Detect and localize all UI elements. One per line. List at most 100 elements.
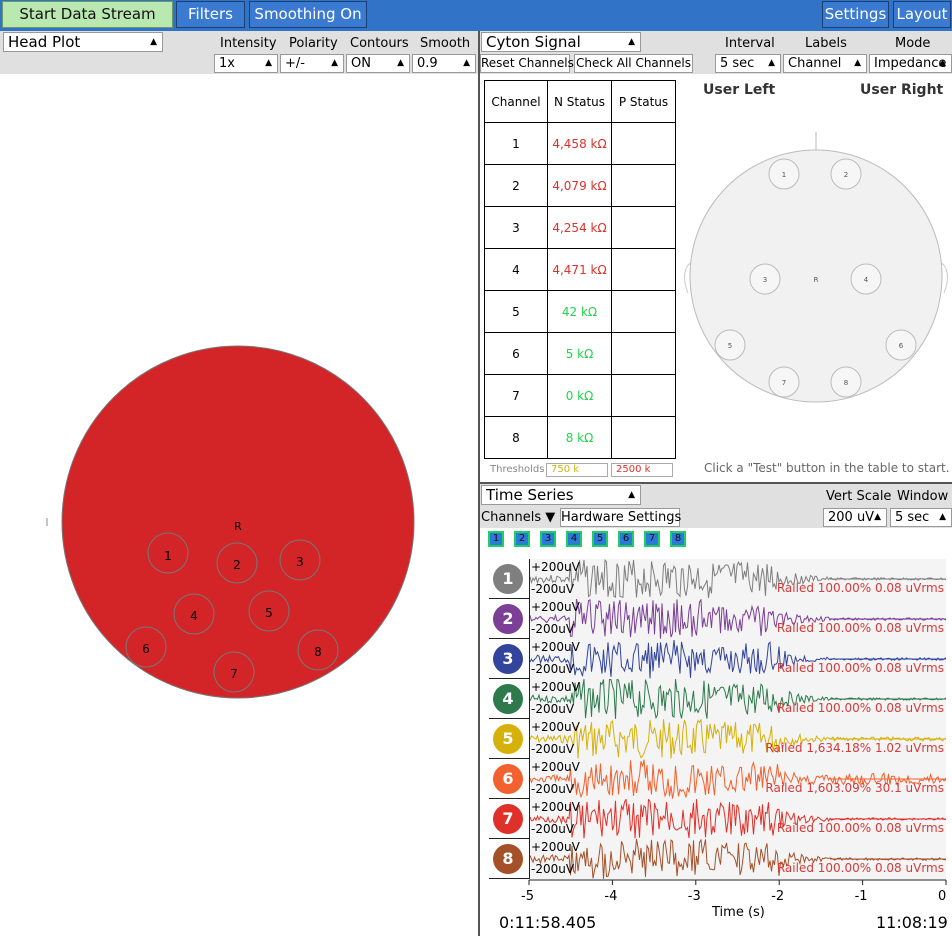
svg-text:8: 8 <box>844 379 848 387</box>
timeseries-widget-select[interactable]: Time Series ▲ <box>481 485 641 505</box>
contours-select[interactable]: ON ▲ <box>346 54 410 73</box>
map-electrode-1[interactable]: 1 <box>768 158 800 190</box>
table-row: 3 4,254 kΩ <box>484 206 676 249</box>
channels-dropdown[interactable]: Channels ▼ <box>481 510 555 525</box>
channel-number-badge[interactable]: 2 <box>493 604 523 634</box>
map-electrode-8[interactable]: 8 <box>830 366 862 398</box>
interval-select[interactable]: 5 sec ▲ <box>715 54 781 73</box>
scale-plus-label: +200uV <box>531 760 580 774</box>
n-status-cell: 4,079 kΩ <box>547 164 612 207</box>
map-electrode-7[interactable]: 7 <box>768 366 800 398</box>
cyton-widget-select[interactable]: Cyton Signal ▲ <box>481 32 641 52</box>
labels-select[interactable]: Channel ▲ <box>783 54 867 73</box>
scale-minus-label: -200uV <box>531 822 575 836</box>
scale-plus-label: +200uV <box>531 720 580 734</box>
caret-up-icon: ▲ <box>874 512 881 522</box>
channel-toggle-1[interactable]: 1 <box>488 531 504 547</box>
scale-minus-label: -200uV <box>531 862 575 876</box>
vert-scale-select[interactable]: 200 uV ▲ <box>823 508 887 527</box>
channel-status: Railed 100.00% 0.08 uVrms <box>776 621 944 635</box>
head-ref-label: R <box>814 276 819 284</box>
svg-text:6: 6 <box>142 642 150 656</box>
smooth-label: Smooth <box>420 36 471 51</box>
caret-up-icon: ▲ <box>628 490 635 500</box>
channel-toggle-6[interactable]: 6 <box>618 531 634 547</box>
check-all-channels-button[interactable]: Check All Channels <box>574 54 693 73</box>
channel-status: Railed 100.00% 0.08 uVrms <box>776 821 944 835</box>
table-row: 88 kΩ <box>484 416 676 459</box>
filters-button[interactable]: Filters <box>176 1 245 28</box>
p-status-cell <box>611 332 676 375</box>
table-row: 5 42 kΩ <box>484 290 676 333</box>
elapsed-time: 0:11:58.405 <box>499 913 597 932</box>
channel-toggle-4[interactable]: 4 <box>566 531 582 547</box>
threshold-low-input[interactable]: 750 k <box>546 463 608 477</box>
impedance-table: Channel N Status P Status 1 4,458 kΩ 2 4,07… <box>484 80 676 459</box>
caret-up-icon: ▲ <box>768 58 775 68</box>
scale-minus-label: -200uV <box>531 782 575 796</box>
svg-text:5: 5 <box>728 342 732 350</box>
intensity-select[interactable]: 1x ▲ <box>214 54 278 73</box>
timeseries-channel-row: 5 +200uV -200uV Railed 1,634.18% 1.02 uVrms <box>489 719 946 759</box>
threshold-high-input[interactable]: 2500 k <box>611 463 673 477</box>
channel-toggle-8[interactable]: 8 <box>670 531 686 547</box>
channel-number-badge[interactable]: 4 <box>493 684 523 714</box>
svg-text:7: 7 <box>230 667 238 681</box>
cyton-title: Cyton Signal <box>486 33 581 51</box>
channel-toggle-3[interactable]: 3 <box>540 531 556 547</box>
channel-number-badge[interactable]: 3 <box>493 644 523 674</box>
map-electrode-2[interactable]: 2 <box>830 158 862 190</box>
table-row: 1 4,458 kΩ <box>484 122 676 165</box>
p-status-cell <box>611 122 676 165</box>
hardware-settings-button[interactable]: Hardware Settings <box>560 508 681 527</box>
channel-cell: 2 <box>484 164 548 207</box>
channel-number-badge[interactable]: 6 <box>493 764 523 794</box>
mode-select[interactable]: Impedance ▲ <box>869 54 952 73</box>
channel-number-badge[interactable]: 1 <box>493 564 523 594</box>
settings-button[interactable]: Settings <box>822 1 889 28</box>
channel-number-badge[interactable]: 8 <box>493 844 523 874</box>
polarity-select[interactable]: +/- ▲ <box>280 54 344 73</box>
table-header-p-status: P Status <box>611 80 676 123</box>
window-label: Window <box>897 489 949 504</box>
head-ear-right <box>941 262 948 294</box>
head-ear-left <box>684 262 691 294</box>
electrode-map: R 1 2 3 4 5 6 7 8 <box>684 132 948 403</box>
caret-up-icon: ▲ <box>939 58 946 68</box>
p-status-cell <box>611 290 676 333</box>
channel-toggle-7[interactable]: 7 <box>644 531 660 547</box>
map-electrode-3[interactable]: 3 <box>749 263 781 295</box>
svg-text:4: 4 <box>190 609 198 623</box>
channel-status: Railed 100.00% 0.08 uVrms <box>776 701 944 715</box>
channel-toggle-5[interactable]: 5 <box>592 531 608 547</box>
reset-channels-button[interactable]: Reset Channels <box>480 54 574 73</box>
map-electrode-6[interactable]: 6 <box>885 329 917 361</box>
x-tick-label: -3 <box>687 889 701 904</box>
svg-text:3: 3 <box>296 555 304 569</box>
caret-down-icon: ▼ <box>545 510 556 525</box>
smooth-select[interactable]: 0.9 ▲ <box>412 54 476 73</box>
caret-up-icon: ▲ <box>628 37 635 47</box>
start-data-stream-button[interactable]: Start Data Stream <box>2 1 173 28</box>
channel-number-badge[interactable]: 7 <box>493 804 523 834</box>
n-status-cell: 0 kΩ <box>547 374 612 417</box>
layout-button[interactable]: Layout <box>893 1 951 28</box>
svg-text:8: 8 <box>314 645 322 659</box>
map-electrode-4[interactable]: 4 <box>850 263 882 295</box>
channel-status: Railed 100.00% 0.08 uVrms <box>776 661 944 675</box>
caret-up-icon: ▲ <box>939 512 946 522</box>
timeseries-channel-row: 2 +200uV -200uV Railed 100.00% 0.08 uVrms <box>489 599 946 639</box>
channel-status: Railed 100.00% 0.08 uVrms <box>776 861 944 875</box>
polarity-label: Polarity <box>289 36 338 51</box>
channel-number-badge[interactable]: 5 <box>493 724 523 754</box>
p-status-cell <box>611 206 676 249</box>
window-select[interactable]: 5 sec ▲ <box>890 508 952 527</box>
thresholds-label: Thresholds <box>490 464 545 475</box>
headplot-widget-select[interactable]: Head Plot ▲ <box>3 32 163 52</box>
map-electrode-5[interactable]: 5 <box>714 329 746 361</box>
user-right-label: User Right <box>860 82 944 98</box>
channel-toggle-2[interactable]: 2 <box>514 531 530 547</box>
n-status-cell: 42 kΩ <box>547 290 612 333</box>
user-left-label: User Left <box>703 82 776 98</box>
smoothing-button[interactable]: Smoothing On <box>249 1 367 28</box>
